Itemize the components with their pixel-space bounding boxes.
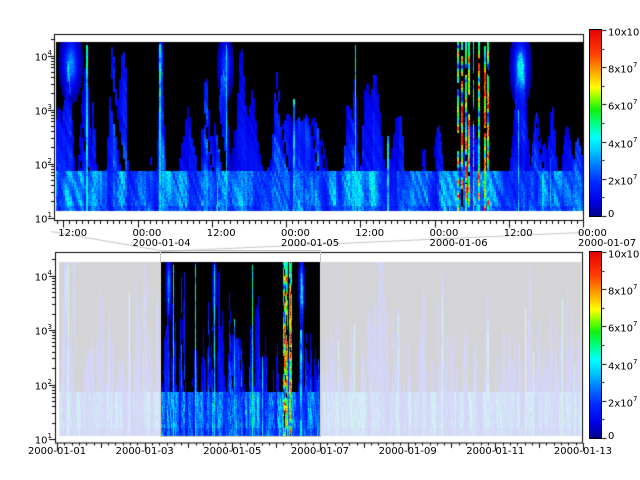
colorbar-tick-label: 8x107 — [608, 283, 637, 297]
bottom-x-tick-label: 2000-01-09 — [373, 447, 443, 457]
time-selection-box[interactable] — [160, 250, 321, 437]
bottom-x-tick-label: 2000-01-03 — [110, 447, 180, 457]
colorbar-tick-label: 0 — [608, 432, 614, 442]
x-tick-time-label: 12:00 — [355, 229, 384, 239]
colorbar-tick-label: 4x107 — [608, 358, 637, 372]
bottom-x-tick-label: 2000-01-05 — [197, 447, 267, 457]
colorbar-tick-label: 0 — [608, 210, 614, 220]
bottom-x-tick-label: 2000-01-07 — [285, 447, 355, 457]
top-panel-y-tick-label: 102 — [28, 157, 52, 171]
colorbar-tick-label: 2x107 — [608, 395, 637, 409]
colorbar-tick-label: 2x107 — [608, 173, 637, 187]
bottom-panel-y-tick-label: 104 — [28, 269, 52, 283]
top-panel-y-tick-label: 103 — [28, 103, 52, 117]
x-tick-date-label: 2000-01-05 — [281, 239, 339, 249]
top-panel-y-tick-label: 101 — [28, 211, 52, 225]
x-tick-time-label: 00:00 — [578, 229, 607, 239]
bottom-x-tick-label: 2000-01-01 — [22, 447, 92, 457]
top-plot-area[interactable] — [54, 34, 583, 220]
bottom-panel-y-tick-label: 102 — [28, 378, 52, 392]
x-tick-date-label: 2000-01-04 — [133, 239, 191, 249]
bottom-x-tick-label: 2000-01-11 — [460, 447, 530, 457]
colorbar-tick-label: 10x107 — [608, 24, 640, 38]
colorbar-tick-label: 8x107 — [608, 61, 637, 75]
bottom-panel-y-tick-label: 101 — [28, 432, 52, 446]
bottom-panel-y-tick-label: 103 — [28, 323, 52, 337]
colorbar-tick-label: 6x107 — [608, 320, 637, 334]
tplot-figure: 12:0000:002000-01-0412:0000:002000-01-05… — [0, 0, 640, 480]
x-tick-time-label: 12:00 — [207, 229, 236, 239]
colorbar-tick-label: 4x107 — [608, 136, 637, 150]
top-colorbar — [589, 29, 602, 217]
colorbar-tick-label: 10x107 — [608, 246, 640, 260]
top-panel-y-tick-label: 104 — [28, 49, 52, 63]
x-tick-date-label: 2000-01-06 — [430, 239, 488, 249]
x-tick-time-label: 00:00 — [281, 229, 310, 239]
bottom-x-tick-label: 2000-01-13 — [548, 447, 618, 457]
bottom-colorbar — [589, 251, 602, 439]
x-tick-time-label: 00:00 — [430, 229, 459, 239]
x-tick-time-label: 12:00 — [504, 229, 533, 239]
colorbar-tick-label: 6x107 — [608, 98, 637, 112]
x-tick-time-label: 00:00 — [133, 229, 162, 239]
x-tick-time-label: 12:00 — [58, 229, 87, 239]
